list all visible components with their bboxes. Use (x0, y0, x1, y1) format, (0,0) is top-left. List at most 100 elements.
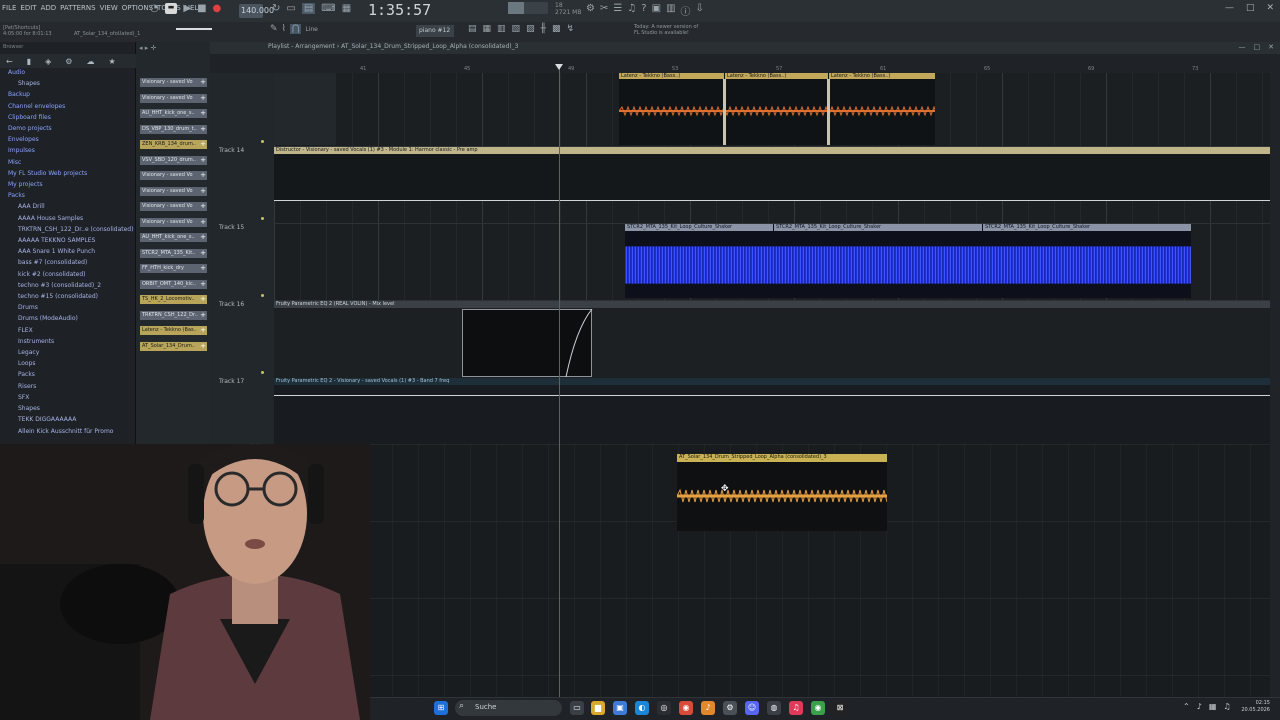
channel-button[interactable]: ZEN_KRB_134_drum.. + (140, 140, 207, 149)
channel-button[interactable]: AU_HHT_kick_one_s.. + (140, 233, 207, 242)
browser-item[interactable]: Demo projects (4, 123, 134, 134)
browser-item[interactable]: Clipboard files (4, 112, 134, 123)
browser-item[interactable]: Legacy (4, 347, 134, 358)
channel-add-icon[interactable]: + (200, 311, 206, 319)
channel-add-icon[interactable]: + (200, 78, 206, 86)
channel-add-icon[interactable]: + (200, 171, 206, 179)
browser-item[interactable]: Packs (4, 369, 134, 380)
pattern-selector[interactable]: piano #12 (416, 25, 454, 37)
track-14-mute-dot[interactable] (261, 217, 264, 220)
browser-back-icon[interactable]: ← (6, 57, 13, 66)
playhead-marker[interactable] (555, 64, 563, 70)
track-15-mute-dot[interactable] (261, 294, 264, 297)
track-16-automation-clip[interactable]: Fruity Parametric EQ 2 (REAL VOLIN) - Mi… (274, 301, 1270, 378)
browser-item[interactable]: Drums (4, 302, 134, 313)
playlist-scrollbar[interactable] (1270, 54, 1280, 700)
taskbar-search[interactable]: Suche (455, 700, 562, 716)
channel-button[interactable]: VSV_SBD_120_drum.. + (140, 155, 207, 165)
layout-icon[interactable]: ▩ (552, 24, 561, 34)
browser-item[interactable]: My projects (4, 179, 134, 190)
channel-rack-icon[interactable]: ▥ (666, 3, 675, 18)
obs-icon[interactable]: ◍ (767, 701, 781, 715)
browser-item[interactable]: AAAA House Samples (4, 213, 134, 224)
browser-item[interactable]: SFX (4, 392, 134, 403)
menu-file[interactable]: FILE (2, 4, 16, 12)
channel-add-icon[interactable]: + (200, 94, 206, 102)
file-explorer-icon[interactable]: ▆ (591, 701, 605, 715)
plugin-icon[interactable]: ▣ (652, 3, 661, 18)
channel-add-icon[interactable]: + (200, 156, 206, 164)
audio-clip-alpha[interactable]: AT_Solar_134_Drum_Stripped_Loop_Alpha (c… (677, 454, 887, 531)
tiktok-icon[interactable]: ♫ (789, 701, 803, 715)
channel-button[interactable]: ORBIT_OMT_140_kic.. + (140, 279, 207, 289)
browser-item[interactable]: Channel envelopes (4, 101, 134, 112)
settings-icon[interactable]: ⚙ (586, 3, 595, 18)
taskbar-clock[interactable]: 02:15 20.05.2026 (1226, 700, 1270, 714)
help-icon[interactable]: ? (641, 3, 646, 18)
tuner-icon[interactable]: ↯ (567, 24, 575, 34)
tempo-display[interactable]: 140.000 (239, 4, 274, 18)
channel-add-icon[interactable]: + (200, 280, 206, 288)
playlist-pattern[interactable]: AT_Solar_134_Drum_Stripped_Loop_Alpha (c… (341, 43, 518, 50)
blend-icon[interactable]: ▭ (286, 3, 295, 14)
draw-icon[interactable]: ✎ (270, 24, 278, 34)
browser-item[interactable]: Impulses (4, 145, 134, 156)
browser-item[interactable]: My FL Studio Web projects (4, 168, 134, 179)
channel-button[interactable]: STCR2_MTA_135_Kit.. + (140, 248, 207, 258)
browser-icon[interactable]: ▧ (512, 24, 521, 34)
steam-icon[interactable]: ◎ (657, 701, 671, 715)
track-14-automation-clip[interactable]: Distructor - Visionary - saved Vocals (1… (274, 147, 1270, 201)
channel-button[interactable]: TS_HK_2_Locomotiv.. + (140, 295, 207, 304)
plugin-picker-icon[interactable]: ▨ (526, 24, 535, 34)
browser-item[interactable]: Audio (4, 67, 134, 78)
loop-icon[interactable]: ↻ (272, 3, 280, 14)
browser-tag-icon[interactable]: ◈ (45, 57, 51, 66)
pat-song-toggle[interactable]: ▬ (164, 3, 178, 14)
piano-roll-icon[interactable]: ▥ (497, 24, 506, 34)
playlist-minimize-icon[interactable]: — (1239, 43, 1246, 51)
network-icon[interactable]: ▦ (1209, 702, 1217, 711)
channel-button[interactable]: AU_HHT_kick_one_s.. + (140, 109, 207, 118)
menu-add[interactable]: ADD (41, 4, 57, 12)
song-time-display[interactable]: 1:35:57 (368, 1, 431, 19)
channel-add-icon[interactable]: + (200, 342, 206, 350)
snap-icon[interactable]: ▦ (342, 3, 351, 14)
browser-item[interactable]: AAA Snare 1 White Punch (4, 246, 134, 257)
playlist-close-icon[interactable]: ✕ (1268, 43, 1274, 51)
mic-tray-icon[interactable]: ♪ (1197, 702, 1202, 711)
snap-label[interactable]: Line (305, 24, 318, 34)
browser-item[interactable]: Misc (4, 157, 134, 168)
channel-button[interactable]: Visionary - saved Vo + (140, 78, 207, 87)
info-icon[interactable]: ⓘ (681, 3, 691, 18)
channel-add-icon[interactable]: + (200, 295, 206, 303)
start-icon[interactable]: ⊞ (434, 701, 448, 715)
master-volume-slider[interactable] (176, 28, 212, 30)
channel-button[interactable]: Visionary - saved Vo + (140, 186, 207, 196)
track-13-clip[interactable]: Latenz - Tekkno (Bass..) Latenz - Tekkno… (619, 73, 935, 145)
browser-item[interactable]: Shapes (4, 403, 134, 414)
browser-star-icon[interactable]: ⚙ (65, 57, 72, 66)
browser-item[interactable]: Envelopes (4, 134, 134, 145)
export-icon[interactable]: ⇩ (696, 3, 704, 18)
track-15-label[interactable]: Track 15 (219, 224, 244, 231)
channel-button[interactable]: FF_HTH_kick_dry + (140, 264, 207, 273)
pattern-mode-icon[interactable]: ▤ (301, 3, 316, 14)
browser-item[interactable]: Packs (4, 190, 134, 201)
channel-add-icon[interactable]: + (200, 202, 206, 210)
mixer-icon[interactable]: ☰ (613, 3, 622, 18)
track-16-mute-dot[interactable] (261, 371, 264, 374)
chrome-icon[interactable]: ◉ (679, 701, 693, 715)
browser-item[interactable]: TRKTRN_CSH_122_Dr..e (consolidated) (4, 224, 134, 235)
fl-studio-icon[interactable]: ♪ (701, 701, 715, 715)
app-icon[interactable]: ⊠ (833, 701, 847, 715)
close-icon[interactable]: ✕ (1266, 3, 1274, 13)
browser-item[interactable]: AAA Drill (4, 201, 134, 212)
browser-item[interactable]: Drums (ModeAudio) (4, 313, 134, 324)
channel-button[interactable]: Visionary - saved Vo + (140, 93, 207, 103)
channel-add-icon[interactable]: + (200, 326, 206, 334)
browser-item[interactable]: AAAAA TEKKNO SAMPLES (4, 235, 134, 246)
track-16-label[interactable]: Track 16 (219, 301, 244, 308)
keyboard-icon[interactable]: ⌨ (321, 3, 335, 14)
channel-add-icon[interactable]: + (200, 109, 206, 117)
channel-add-icon[interactable]: + (200, 264, 206, 272)
